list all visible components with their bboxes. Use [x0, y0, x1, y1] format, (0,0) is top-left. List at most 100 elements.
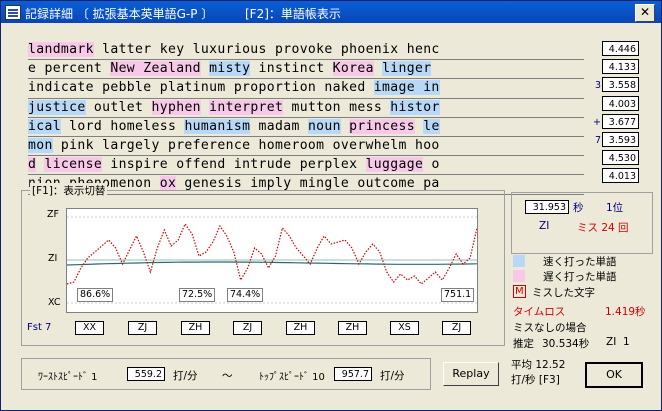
line-mark [591, 96, 601, 114]
line-mark: 7 [594, 134, 601, 146]
category-label: ZH [338, 321, 367, 335]
avg-line2[interactable]: 打/秒 [F3] [511, 372, 560, 387]
line-score: 4.133 [602, 59, 639, 75]
zi-label: ZI [539, 220, 550, 232]
line-mark: 3 [594, 80, 601, 92]
time-unit: 秒 [573, 202, 584, 214]
nomiss-label: ミスなしの場合 [513, 322, 587, 334]
line-marks: 3 +7 [591, 41, 601, 187]
miss-legend-mark: M [513, 285, 526, 298]
slow-word: luggage [365, 157, 424, 173]
text-segment: o [423, 157, 440, 173]
line-scores: 4.446 4.133 3.558 4.003 3.677 3.593 4.530 4.013 [602, 41, 639, 187]
text-segment: instinct [250, 61, 333, 77]
line-mark [591, 150, 601, 168]
text-segment [374, 61, 382, 76]
category-label: ZH [286, 321, 315, 335]
text-segment: inspire offend intrude perplex [102, 157, 366, 173]
pct-label-3: 751.1 [441, 288, 475, 302]
miss-legend-label: ミスした文字 [532, 287, 595, 299]
wordbook-shortcut-label[interactable]: [F2]：単語帳表示 [245, 5, 341, 22]
slow-word: d [28, 157, 37, 173]
baseline-series [66, 261, 478, 266]
line-score: 4.003 [602, 95, 639, 111]
text-segment [201, 61, 209, 76]
line-mark [591, 168, 601, 186]
text-segment: e percent [28, 61, 111, 77]
y-label-mid: ZI [48, 253, 58, 264]
fast-word: humanism [184, 118, 251, 134]
category-label: ZJ [128, 321, 157, 335]
worst-speed-unit: 打/分 [173, 370, 198, 382]
text-segment [341, 119, 349, 134]
fast-word: misty [209, 61, 251, 77]
chart-svg [66, 216, 478, 304]
fast-word: histor [390, 99, 440, 115]
typed-text-panel: landmark latter key luxurious provoke ph… [28, 41, 584, 195]
pct-label-1: 72.5% [179, 288, 216, 302]
fast-legend-label: 速く打った単語 [543, 256, 617, 268]
close-button[interactable]: ✕ [635, 4, 655, 22]
slow-legend-label: 遅く打った単語 [543, 271, 617, 283]
slow-word: landmark [28, 42, 94, 57]
fast-word: ical [28, 118, 61, 134]
line-mark: + [593, 116, 601, 128]
top-speed-label: ﾄｯﾌﾟｽﾋﾟｰﾄﾞ 10 [259, 372, 325, 383]
fast-word: justice [28, 99, 86, 115]
window-title: 記録詳細 〔 拡張基本英単語G-P 〕 [25, 7, 214, 21]
estimate-label: 推定 [513, 338, 534, 350]
miss-count: ミス 24 回 [577, 222, 629, 234]
ok-button[interactable]: OK [585, 362, 643, 388]
text-line: mon pink largely preference homeroom ove… [28, 137, 584, 157]
text-segment: indicate pebble platinum proportion nake… [28, 80, 374, 96]
slow-word: interpret [209, 99, 284, 115]
fast-legend-swatch [513, 255, 525, 267]
avg-line1: 平均 12.52 [511, 359, 566, 371]
worst-speed-label: ﾜｰｽﾄｽﾋﾟｰﾄﾞ 1 [38, 372, 98, 383]
timeloss-value: 1.419秒 [605, 306, 646, 318]
text-segment [201, 100, 209, 115]
fast-word: image in [373, 80, 440, 96]
text-segment: mutton mess [283, 99, 391, 115]
pct-label-2: 74.4% [227, 288, 264, 302]
line-score: 4.530 [602, 150, 639, 166]
slow-word: princess [349, 118, 415, 134]
text-segment: madam [250, 118, 308, 134]
category-label: XS [390, 321, 419, 335]
text-line: e percent New Zealand misty instinct Kor… [28, 60, 584, 80]
fast-word: noun [307, 118, 341, 134]
line-score: 4.013 [602, 168, 639, 184]
title-bar: 記録詳細 〔 拡張基本英単語G-P 〕 [F2]：単語帳表示 ✕ [1, 1, 661, 23]
text-segment: latter key luxurious provoke phoenix hen… [93, 42, 440, 57]
timeloss-label: タイムロス [513, 306, 566, 318]
text-segment: lord homeless [60, 118, 185, 134]
line-score: 3.558 [602, 77, 639, 93]
rank-label: 1位 [606, 202, 624, 214]
line-score: 3.677 [602, 113, 639, 129]
chart-toggle-label[interactable]: [F1]：表示切替 [30, 183, 108, 198]
fast-word: linger [382, 61, 432, 77]
fast-word: le [423, 118, 440, 134]
replay-button[interactable]: Replay [443, 362, 499, 386]
line-mark [591, 59, 601, 77]
category-label: XX [75, 321, 104, 335]
line-mark [591, 41, 601, 59]
top-speed-value: 957.7 [334, 367, 372, 381]
fst-label: Fst 7 [27, 322, 52, 333]
line-score: 4.446 [602, 41, 639, 56]
y-label-bot: XC [48, 297, 61, 308]
text-line: d license inspire offend intrude perplex… [28, 156, 584, 176]
text-segment: pink largely preference homeroom overwhe… [52, 137, 440, 153]
pct-label-0: 86.6% [77, 288, 114, 302]
speed-chart [66, 208, 478, 313]
slow-word: hyphen [151, 99, 201, 115]
estimate-rank: ZI 1 [606, 336, 630, 348]
category-label: ZJ [442, 321, 471, 335]
y-label-top: ZF [47, 209, 59, 220]
slow-legend-swatch [513, 270, 525, 282]
slow-word: New Zealand [110, 61, 201, 77]
record-detail-window: 記録詳細 〔 拡張基本英単語G-P 〕 [F2]：単語帳表示 ✕ landmar… [0, 0, 662, 411]
speed-tilde: 〜 [222, 370, 233, 382]
app-icon [5, 5, 21, 20]
speed-series [66, 222, 478, 285]
